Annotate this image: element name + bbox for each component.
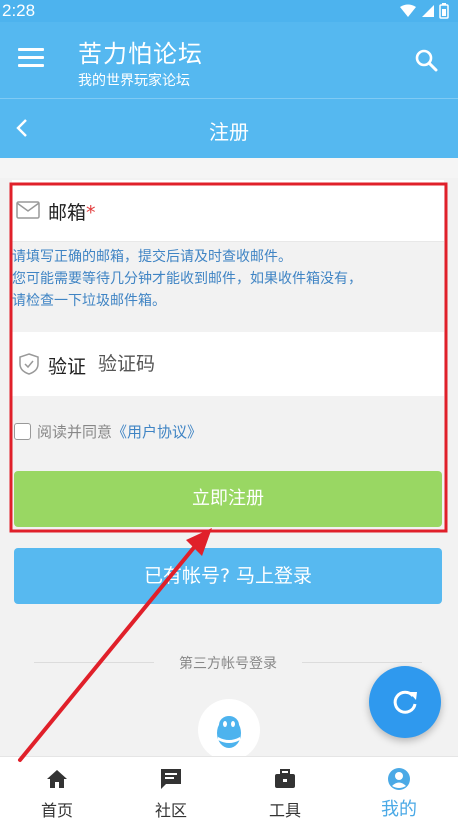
hint-line: 请填写正确的邮箱，提交后请及时查收邮件。: [12, 249, 292, 265]
chat-icon: [161, 769, 181, 789]
mail-icon: [16, 201, 40, 219]
status-icons: [400, 3, 449, 19]
qq-icon: [217, 716, 241, 748]
agree-text: 阅读并同意: [37, 422, 113, 441]
agree-checkbox[interactable]: [14, 422, 31, 440]
refresh-icon: [393, 690, 417, 714]
home-icon: [47, 770, 67, 788]
person-icon: [388, 768, 410, 790]
tab-label: 我的: [381, 799, 417, 820]
app-title: 苦力怕论坛: [78, 40, 203, 68]
shield-check-icon: [19, 353, 39, 375]
tab-home[interactable]: 首页: [0, 757, 114, 820]
hint-line: 请检查一下垃圾邮件箱。: [12, 293, 166, 309]
qq-login-button[interactable]: [198, 699, 260, 761]
register-button[interactable]: 立即注册: [14, 471, 442, 527]
tab-label: 社区: [154, 801, 187, 820]
app-bar: 苦力怕论坛 我的世界玩家论坛: [0, 22, 458, 98]
section-gap: [0, 158, 458, 178]
verify-label: 验证: [48, 356, 87, 378]
login-button[interactable]: 已有帐号? 马上登录: [14, 548, 442, 604]
agreement-row[interactable]: 阅读并同意 《用户协议》: [14, 420, 202, 442]
tab-mine[interactable]: 我的: [342, 757, 456, 820]
email-hint: 请填写正确的邮箱，提交后请及时查收邮件。 您可能需要等待几分钟才能收到邮件，如果…: [12, 246, 444, 312]
tab-label: 首页: [40, 801, 73, 820]
search-icon[interactable]: [414, 48, 438, 72]
third-party-label: 第三方帐号登录: [179, 656, 277, 672]
email-label: 邮箱*: [48, 202, 96, 224]
third-party-divider: 第三方帐号登录: [14, 652, 442, 674]
tab-label: 工具: [268, 801, 301, 820]
app-subtitle: 我的世界玩家论坛: [78, 73, 190, 89]
briefcase-icon: [275, 769, 295, 788]
status-time: 2:28: [2, 1, 36, 20]
menu-icon[interactable]: [18, 48, 44, 70]
page-header: 注册: [0, 98, 458, 158]
tab-community[interactable]: 社区: [114, 757, 228, 820]
verify-field: 验证: [12, 332, 444, 396]
bottom-tab-bar: 首页 社区 工具 我的: [0, 756, 458, 820]
page-title: 注册: [209, 120, 249, 144]
tab-tools[interactable]: 工具: [228, 757, 342, 820]
user-agreement-link[interactable]: 《用户协议》: [112, 421, 202, 442]
hint-line: 您可能需要等待几分钟才能收到邮件，如果收件箱没有，: [12, 271, 362, 287]
refresh-button[interactable]: [369, 666, 441, 738]
status-bar: 2:28: [0, 0, 458, 22]
email-field[interactable]: 邮箱*: [12, 180, 444, 242]
verify-code-input[interactable]: [98, 350, 418, 378]
